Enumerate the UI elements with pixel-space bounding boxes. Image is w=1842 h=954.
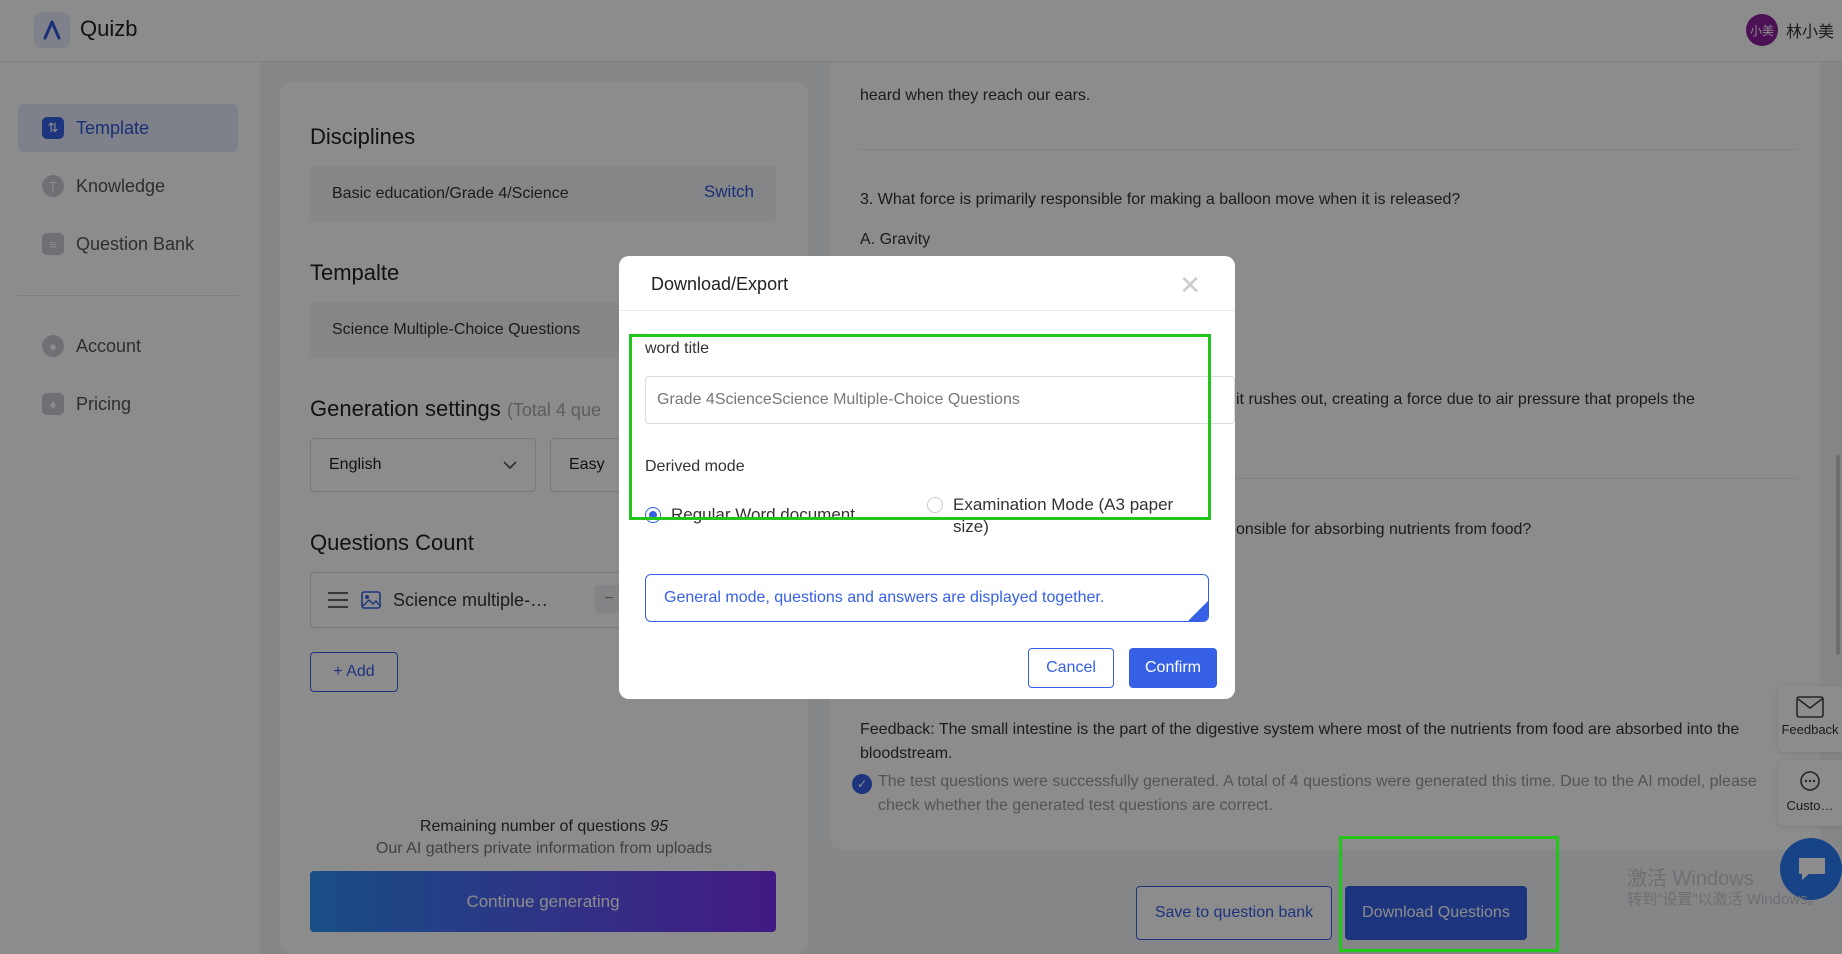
close-icon[interactable]: ✕ bbox=[1179, 270, 1201, 301]
dialog-divider bbox=[619, 310, 1235, 311]
derived-mode-label: Derived mode bbox=[645, 458, 745, 475]
selected-corner-icon bbox=[1188, 601, 1208, 621]
radio-examination-mode[interactable]: Examination Mode (A3 paper size) bbox=[927, 494, 1187, 538]
radio-unchecked-icon bbox=[927, 497, 943, 513]
word-title-label: word title bbox=[645, 340, 710, 357]
download-export-dialog: Download/Export ✕ word title Grade 4Scie… bbox=[619, 256, 1235, 699]
highlight-form bbox=[629, 334, 1211, 520]
word-title-value: Grade 4ScienceScience Multiple-Choice Qu… bbox=[657, 391, 1020, 408]
cancel-button[interactable]: Cancel bbox=[1028, 648, 1114, 688]
dialog-title: Download/Export bbox=[651, 274, 789, 294]
radio-label: Regular Word document bbox=[671, 505, 855, 524]
radio-regular-word[interactable]: Regular Word document bbox=[645, 504, 855, 526]
confirm-button[interactable]: Confirm bbox=[1129, 648, 1217, 688]
radio-label: Examination Mode (A3 paper size) bbox=[953, 495, 1174, 536]
description-text: General mode, questions and answers are … bbox=[664, 589, 1105, 606]
word-title-input[interactable]: Grade 4ScienceScience Multiple-Choice Qu… bbox=[645, 376, 1235, 424]
mode-description: General mode, questions and answers are … bbox=[645, 574, 1209, 622]
radio-checked-icon bbox=[645, 507, 661, 523]
